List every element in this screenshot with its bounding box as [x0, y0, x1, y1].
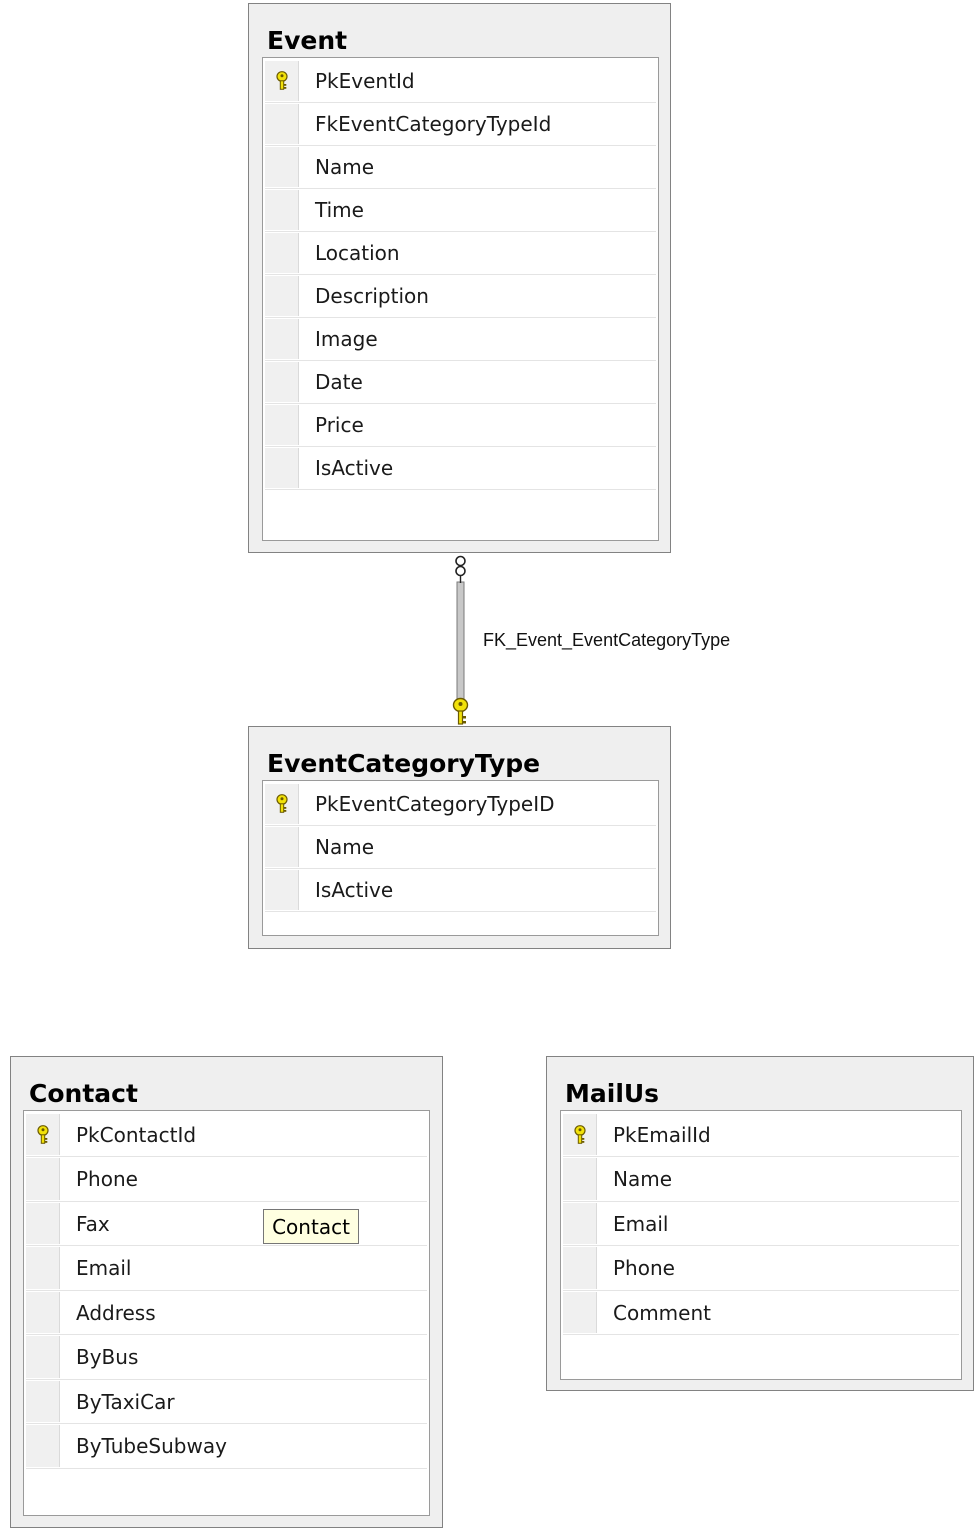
row-selector[interactable]: [26, 1425, 60, 1467]
column-row[interactable]: Name: [563, 1157, 959, 1202]
column-name: Address: [76, 1300, 156, 1325]
column-row[interactable]: Phone: [563, 1246, 959, 1291]
row-selector[interactable]: [26, 1336, 60, 1378]
table-eventcategorytype[interactable]: EventCategoryType PkEventCategoryTypeID …: [248, 726, 671, 949]
column-row[interactable]: IsActive: [265, 447, 656, 490]
column-row[interactable]: Price: [265, 404, 656, 447]
column-name: ByBus: [76, 1345, 139, 1369]
column-name: PkEventId: [315, 69, 415, 93]
row-selector[interactable]: [265, 319, 299, 359]
row-selector[interactable]: [265, 276, 299, 316]
column-row[interactable]: FkEventCategoryTypeId: [265, 103, 656, 146]
row-selector[interactable]: [265, 870, 299, 910]
column-name: ByTubeSubway: [76, 1434, 227, 1458]
column-name: Name: [613, 1167, 673, 1191]
column-row[interactable]: PkEventId: [265, 60, 656, 103]
infinity-icon: [455, 555, 466, 583]
column-row[interactable]: Fax: [26, 1202, 427, 1246]
column-row[interactable]: ByBus: [26, 1335, 427, 1380]
column-name: Date: [315, 370, 363, 394]
column-grid: PkEmailId Name Email Phone Comment: [560, 1110, 962, 1380]
column-row[interactable]: Name: [265, 146, 656, 189]
row-selector[interactable]: [26, 1158, 60, 1200]
row-selector[interactable]: [26, 1292, 60, 1333]
row-selector[interactable]: [26, 1381, 60, 1422]
relationship-label[interactable]: FK_Event_EventCategoryType: [483, 630, 730, 651]
column-name: Location: [315, 241, 400, 265]
table-mailus[interactable]: MailUs PkEmailId Name Email Phone Commen…: [546, 1056, 974, 1391]
column-name: PkEmailId: [613, 1122, 711, 1147]
column-name: Description: [315, 284, 429, 308]
column-name: Phone: [76, 1167, 138, 1191]
column-name: Name: [315, 835, 375, 859]
column-name: IsActive: [315, 878, 394, 902]
tooltip: Contact: [263, 1209, 359, 1244]
column-row[interactable]: Email: [563, 1202, 959, 1246]
column-name: Time: [315, 198, 364, 222]
row-selector[interactable]: [563, 1158, 597, 1200]
primary-key-icon: [276, 71, 288, 90]
row-selector[interactable]: [26, 1247, 60, 1289]
row-selector[interactable]: [563, 1247, 597, 1289]
column-name: FkEventCategoryTypeId: [315, 112, 552, 136]
column-row[interactable]: IsActive: [265, 869, 656, 912]
column-row[interactable]: Name: [265, 826, 656, 869]
column-name: Image: [315, 327, 378, 351]
row-selector[interactable]: [26, 1203, 60, 1244]
column-grid: PkEventCategoryTypeID Name IsActive: [262, 780, 659, 936]
column-row[interactable]: Comment: [563, 1291, 959, 1335]
row-selector[interactable]: [265, 362, 299, 402]
column-row[interactable]: Image: [265, 318, 656, 361]
column-row[interactable]: PkEmailId: [563, 1113, 959, 1157]
column-name: Email: [613, 1211, 669, 1236]
primary-key-icon: [37, 1124, 49, 1144]
column-row[interactable]: Location: [265, 232, 656, 275]
column-name: IsActive: [315, 456, 394, 480]
column-name: Phone: [613, 1256, 675, 1280]
row-selector[interactable]: [265, 448, 299, 488]
column-row[interactable]: Date: [265, 361, 656, 404]
column-grid: PkContactId Phone Fax Email Address ByBu…: [23, 1110, 430, 1516]
column-name: ByTaxiCar: [76, 1389, 175, 1414]
column-name: Name: [315, 155, 375, 179]
column-name: Price: [315, 413, 364, 437]
column-row[interactable]: Email: [26, 1246, 427, 1291]
table-title-eventcategorytype: EventCategoryType: [267, 749, 541, 778]
column-row[interactable]: Time: [265, 189, 656, 232]
column-row[interactable]: Phone: [26, 1157, 427, 1202]
row-selector[interactable]: [265, 405, 299, 445]
primary-key-icon: [574, 1124, 586, 1144]
column-name: Comment: [613, 1300, 711, 1325]
row-selector[interactable]: [265, 827, 299, 867]
column-name: Email: [76, 1256, 132, 1280]
column-row[interactable]: PkEventCategoryTypeID: [265, 783, 656, 826]
relationship-key-icon: [452, 697, 469, 725]
table-title-event: Event: [267, 26, 348, 55]
row-selector[interactable]: [563, 1203, 597, 1244]
column-row[interactable]: Address: [26, 1291, 427, 1335]
table-title-mailus: MailUs: [565, 1079, 660, 1108]
column-name: PkContactId: [76, 1122, 197, 1147]
column-row[interactable]: ByTubeSubway: [26, 1424, 427, 1469]
row-selector[interactable]: [265, 190, 299, 230]
column-row[interactable]: Description: [265, 275, 656, 318]
column-name: PkEventCategoryTypeID: [315, 792, 555, 816]
table-event[interactable]: Event PkEventId FkEventCategoryTypeId Na…: [248, 3, 671, 553]
primary-key-icon: [276, 794, 288, 813]
column-row[interactable]: PkContactId: [26, 1113, 427, 1157]
row-selector[interactable]: [265, 104, 299, 144]
table-title-contact: Contact: [29, 1079, 138, 1108]
column-grid: PkEventId FkEventCategoryTypeId Name Tim…: [262, 57, 659, 541]
row-selector[interactable]: [265, 233, 299, 273]
row-selector[interactable]: [265, 147, 299, 187]
column-name: Fax: [76, 1211, 110, 1236]
table-contact[interactable]: Contact PkContactId Phone Fax Email Addr…: [10, 1056, 443, 1528]
column-row[interactable]: ByTaxiCar: [26, 1380, 427, 1424]
row-selector[interactable]: [563, 1292, 597, 1333]
